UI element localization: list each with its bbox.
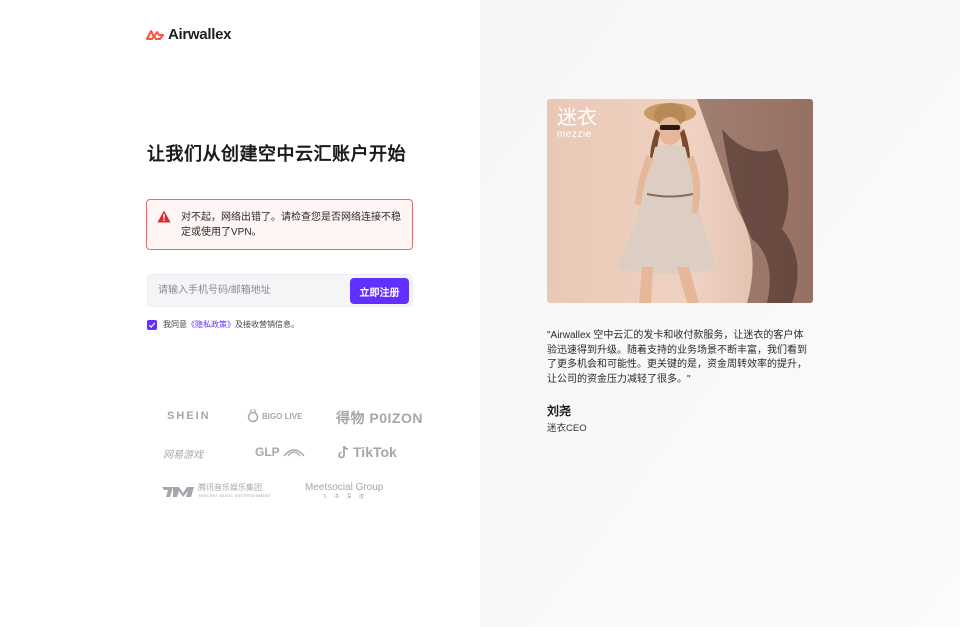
- check-icon: [148, 322, 156, 328]
- mezzie-brand-en: mezzie: [557, 129, 592, 140]
- warning-triangle-icon: [157, 210, 171, 223]
- phone-email-input[interactable]: [158, 275, 348, 306]
- poizon-logo: 得物 P0IZON: [336, 410, 423, 426]
- consent-suffix: 及接收营销信息。: [235, 320, 299, 329]
- bigo-live-logo: BIGO LIVE: [247, 409, 302, 423]
- consent-checkbox[interactable]: [147, 319, 157, 330]
- airwallex-logo[interactable]: Airwallex: [146, 26, 231, 43]
- shein-logo: SHEIN: [167, 410, 211, 422]
- signup-panel: Airwallex 让我们从创建空中云汇账户开始 对不起，网络出错了。请检查您是…: [0, 0, 480, 627]
- testimonial-quote: "Airwallex 空中云汇的发卡和收付款服务，让迷衣的客户体验迅速得到升级。…: [547, 330, 807, 385]
- tiktok-icon: [338, 445, 349, 459]
- testimonial-author: 刘尧: [547, 404, 572, 418]
- bigo-icon: [247, 409, 259, 423]
- meetsocial-subtext: 飞 书 深 诺: [321, 494, 367, 500]
- alert-message: 对不起，网络出错了。请检查您是否网络连接不稳定或使用了VPN。: [181, 212, 401, 238]
- tme-logo: 腾讯音乐娱乐集团 TENCENT MUSIC ENTERTAINMENT: [161, 484, 271, 500]
- tiktok-text: TikTok: [353, 444, 397, 460]
- glp-text: GLP: [255, 445, 280, 459]
- tme-text: 腾讯音乐娱乐集团: [198, 483, 262, 492]
- logo-text: Airwallex: [168, 26, 232, 43]
- consent-prefix: 我同意: [163, 320, 187, 329]
- network-error-alert: 对不起，网络出错了。请检查您是否网络连接不稳定或使用了VPN。: [146, 199, 413, 250]
- glp-logo: GLP: [255, 445, 305, 459]
- glp-arc-icon: [283, 449, 305, 457]
- airwallex-logo-icon: [146, 29, 164, 40]
- register-button[interactable]: 立即注册: [350, 278, 409, 304]
- testimonial-author-title: 迷衣CEO: [547, 423, 587, 434]
- testimonial-panel: [480, 0, 960, 627]
- netease-games-logo: 网易游戏: [163, 450, 203, 461]
- page-title: 让我们从创建空中云汇账户开始: [147, 144, 406, 164]
- signup-form: 立即注册: [147, 274, 413, 307]
- tiktok-logo: TikTok: [338, 444, 397, 460]
- mezzie-brand-mark: 迷衣 mezzie: [557, 107, 597, 141]
- privacy-policy-link[interactable]: 《隐私政策》: [187, 320, 235, 329]
- mezzie-brand-cn: 迷衣: [557, 107, 597, 129]
- meetsocial-text: Meetsocial Group: [305, 482, 384, 493]
- bigo-live-text: BIGO LIVE: [262, 411, 303, 421]
- tme-subtext: TENCENT MUSIC ENTERTAINMENT: [198, 493, 271, 498]
- background-gradient: [480, 0, 960, 627]
- tme-icon: [162, 487, 194, 497]
- meetsocial-logo: Meetsocial Group 飞 书 深 诺: [305, 482, 383, 500]
- consent-text: 我同意《隐私政策》及接收营销信息。: [163, 319, 299, 330]
- consent-row: 我同意《隐私政策》及接收营销信息。: [147, 319, 299, 330]
- testimonial-photo: 迷衣 mezzie: [547, 99, 813, 303]
